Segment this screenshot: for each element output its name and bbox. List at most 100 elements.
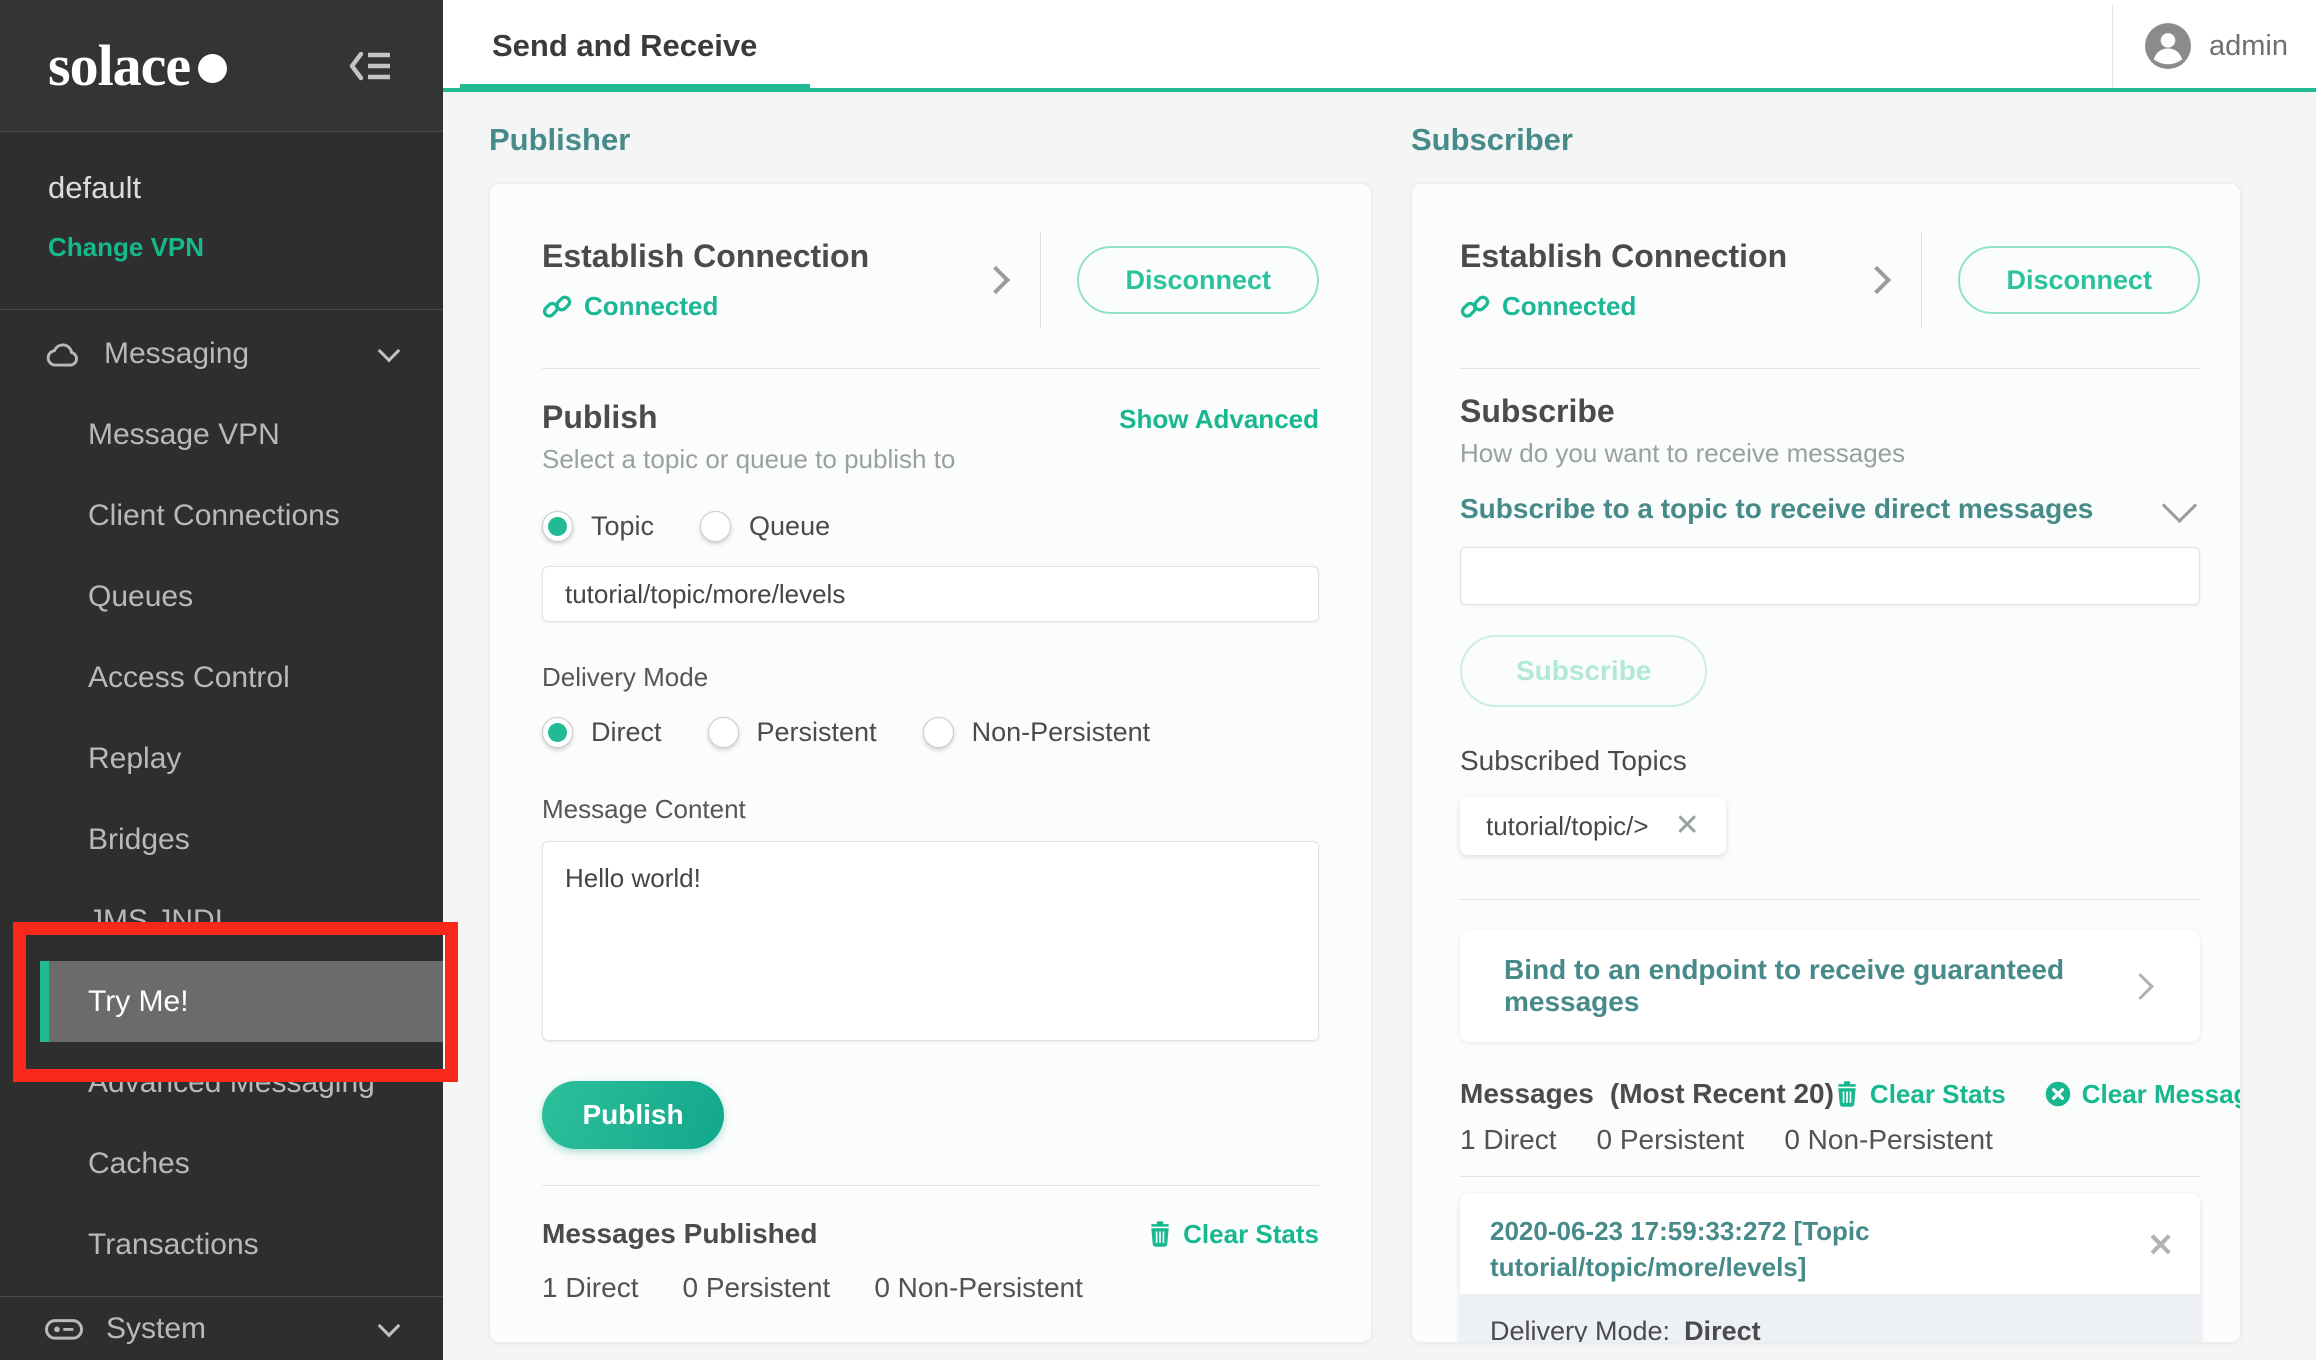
sidebar-item-label: Client Connections (88, 499, 340, 533)
system-icon (44, 1314, 84, 1344)
connection-status: Connected (1460, 291, 1867, 322)
destination-radio-group: Topic Queue (542, 511, 1319, 542)
subscriber-disconnect-button[interactable]: Disconnect (1958, 246, 2200, 314)
subscriber-stats-row: 1 Direct 0 Persistent 0 Non-Persistent (1460, 1124, 2200, 1156)
publisher-connection-row: Establish Connection Connected Disconnec… (542, 232, 1319, 328)
topbar: Send and Receive admin (443, 0, 2316, 92)
establish-connection-title: Establish Connection (542, 238, 986, 275)
user-avatar-icon (2143, 21, 2193, 71)
received-message-card: 2020-06-23 17:59:33:272 [Topic tutorial/… (1460, 1193, 2200, 1343)
sidebar-section-label: Messaging (104, 337, 381, 371)
trash-icon (1834, 1080, 1860, 1108)
subscriber-card: Establish Connection Connected Disconnec… (1411, 183, 2241, 1343)
radio-unselected-icon (708, 717, 739, 748)
subscribe-mode-selector[interactable]: Subscribe to a topic to receive direct m… (1460, 493, 2200, 525)
publish-subtitle: Select a topic or queue to publish to (542, 444, 1319, 475)
sidebar-section-system[interactable]: System (0, 1296, 443, 1360)
subscriber-clear-stats-link[interactable]: Clear Stats (1834, 1079, 2006, 1110)
bind-endpoint-card[interactable]: Bind to an endpoint to receive guarantee… (1460, 930, 2200, 1042)
subscriber-heading: Subscriber (1411, 122, 1573, 158)
radio-queue[interactable]: Queue (700, 511, 830, 542)
sidebar-item-bridges[interactable]: Bridges (0, 799, 443, 880)
clear-messages-link[interactable]: Clear Messages (2044, 1079, 2241, 1110)
message-content-textarea[interactable]: Hello world! (542, 841, 1319, 1041)
bind-endpoint-label: Bind to an endpoint to receive guarantee… (1504, 954, 2131, 1018)
sidebar-item-jms-jndi[interactable]: JMS JNDI (0, 880, 443, 961)
current-vpn-name: default (48, 170, 395, 206)
sidebar-item-label: Transactions (88, 1228, 259, 1262)
sidebar-item-message-vpn[interactable]: Message VPN (0, 394, 443, 475)
username-label: admin (2209, 30, 2288, 63)
sidebar-logo-band: solace (0, 0, 443, 132)
messages-recent-label: (Most Recent 20) (1610, 1078, 1834, 1110)
sidebar-collapse-button[interactable] (347, 47, 395, 85)
sidebar-item-label: Caches (88, 1147, 190, 1181)
messages-title: Messages (1460, 1078, 1594, 1110)
sidebar-item-transactions[interactable]: Transactions (0, 1204, 443, 1285)
change-vpn-link[interactable]: Change VPN (48, 232, 395, 263)
publish-topic-input[interactable] (542, 566, 1319, 622)
topbar-user-area[interactable]: admin (2112, 0, 2316, 92)
publisher-heading: Publisher (489, 122, 630, 158)
publish-button[interactable]: Publish (542, 1081, 724, 1149)
sidebar-item-label: Advanced Messaging (88, 1066, 375, 1100)
divider (1460, 368, 2200, 369)
subscribed-topics-label: Subscribed Topics (1460, 745, 2200, 777)
chain-link-icon (542, 292, 572, 322)
clear-messages-label: Clear Messages (2082, 1079, 2241, 1110)
message-title: 2020-06-23 17:59:33:272 [Topic tutorial/… (1490, 1213, 2110, 1286)
radio-selected-icon (542, 511, 573, 542)
sidebar-menu: Messaging Message VPN Client Connections… (0, 313, 443, 1285)
sidebar-item-access-control[interactable]: Access Control (0, 637, 443, 718)
publisher-card: Establish Connection Connected Disconnec… (489, 183, 1372, 1343)
cloud-icon (44, 340, 82, 368)
sidebar-item-queues[interactable]: Queues (0, 556, 443, 637)
establish-connection-title: Establish Connection (1460, 238, 1867, 275)
publisher-disconnect-button[interactable]: Disconnect (1077, 246, 1319, 314)
page-title: Send and Receive (492, 28, 757, 64)
connection-status-label: Connected (584, 291, 718, 322)
close-message-icon[interactable]: ✕ (2147, 1229, 2174, 1261)
sidebar-section-label: System (106, 1312, 381, 1346)
show-advanced-link[interactable]: Show Advanced (1119, 404, 1319, 435)
sidebar-item-label: Message VPN (88, 418, 280, 452)
sidebar-item-label: JMS JNDI (88, 904, 223, 938)
stat-persistent: 0 Persistent (1596, 1124, 1744, 1156)
trash-icon (1147, 1220, 1173, 1248)
vpn-block: default Change VPN (0, 132, 443, 310)
radio-label: Non-Persistent (972, 717, 1151, 748)
clear-stats-label: Clear Stats (1870, 1079, 2006, 1110)
subscribed-topic-name: tutorial/topic/> (1486, 811, 1649, 842)
sidebar-item-client-connections[interactable]: Client Connections (0, 475, 443, 556)
subscribe-mode-label: Subscribe to a topic to receive direct m… (1460, 493, 2093, 525)
remove-topic-icon[interactable]: ✕ (1675, 811, 1700, 841)
sidebar-item-label: Bridges (88, 823, 190, 857)
sidebar-item-label: Replay (88, 742, 181, 776)
sidebar-item-label: Try Me! (88, 985, 189, 1019)
publisher-clear-stats-link[interactable]: Clear Stats (1147, 1219, 1319, 1250)
subscribe-button[interactable]: Subscribe (1460, 635, 1707, 707)
radio-topic[interactable]: Topic (542, 511, 654, 542)
chevron-down-icon (378, 339, 401, 362)
radio-direct[interactable]: Direct (542, 717, 662, 748)
chevron-right-icon[interactable] (1863, 266, 1891, 294)
chevron-right-icon (2127, 973, 2154, 1000)
subscribe-topic-input[interactable] (1460, 547, 2200, 605)
sidebar-item-advanced-messaging[interactable]: Advanced Messaging (0, 1042, 443, 1123)
clear-stats-label: Clear Stats (1183, 1219, 1319, 1250)
sidebar-item-replay[interactable]: Replay (0, 718, 443, 799)
stat-non-persistent: 0 Non-Persistent (1784, 1124, 1993, 1156)
radio-persistent[interactable]: Persistent (708, 717, 877, 748)
radio-unselected-icon (700, 511, 731, 542)
active-tab-underline (460, 84, 810, 92)
chevron-down-icon (378, 1314, 401, 1337)
radio-label: Queue (749, 511, 830, 542)
topbar-divider (2112, 4, 2113, 88)
sidebar-item-caches[interactable]: Caches (0, 1123, 443, 1204)
sidebar-item-try-me[interactable]: Try Me! (40, 961, 443, 1042)
radio-non-persistent[interactable]: Non-Persistent (923, 717, 1151, 748)
chevron-right-icon[interactable] (982, 266, 1010, 294)
sidebar-section-messaging[interactable]: Messaging (0, 313, 443, 394)
vertical-divider (1040, 232, 1041, 328)
sidebar-item-label: Queues (88, 580, 193, 614)
